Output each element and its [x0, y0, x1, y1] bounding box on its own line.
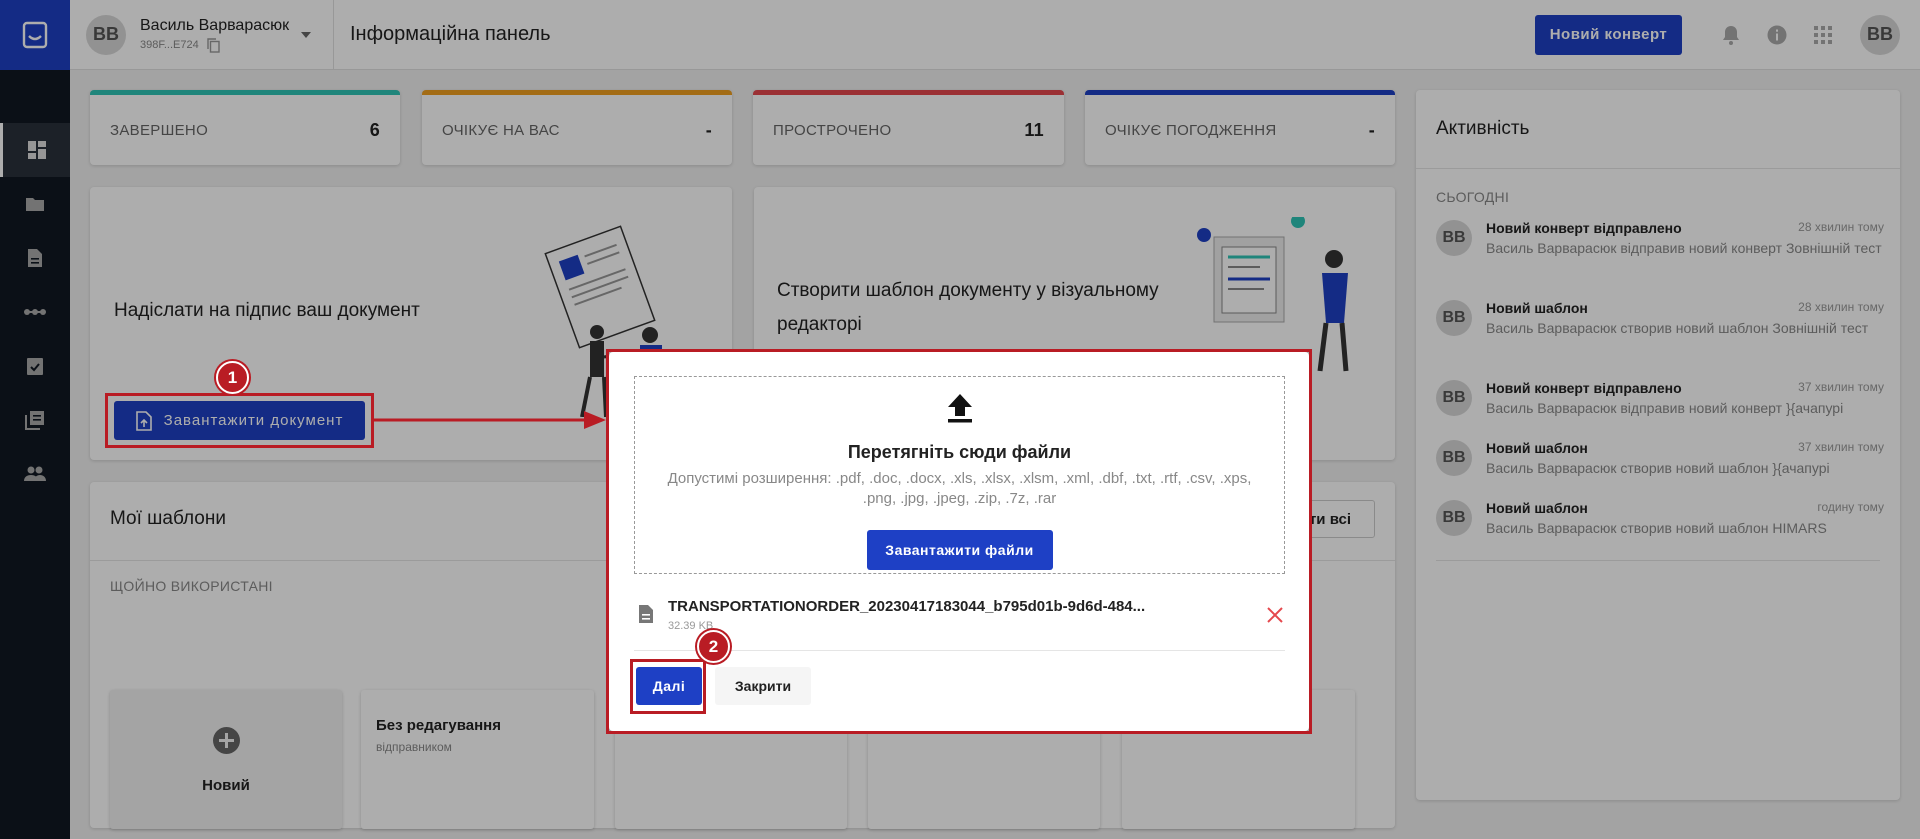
annotation-frame-next: [630, 659, 706, 714]
annotation-marker-1: 1: [216, 361, 249, 394]
annotation-frame-dialog: [606, 349, 1312, 734]
annotation-frame-upload: [105, 393, 374, 448]
annotation-arrow-icon: [374, 411, 606, 429]
annotation-marker-2: 2: [697, 630, 730, 663]
